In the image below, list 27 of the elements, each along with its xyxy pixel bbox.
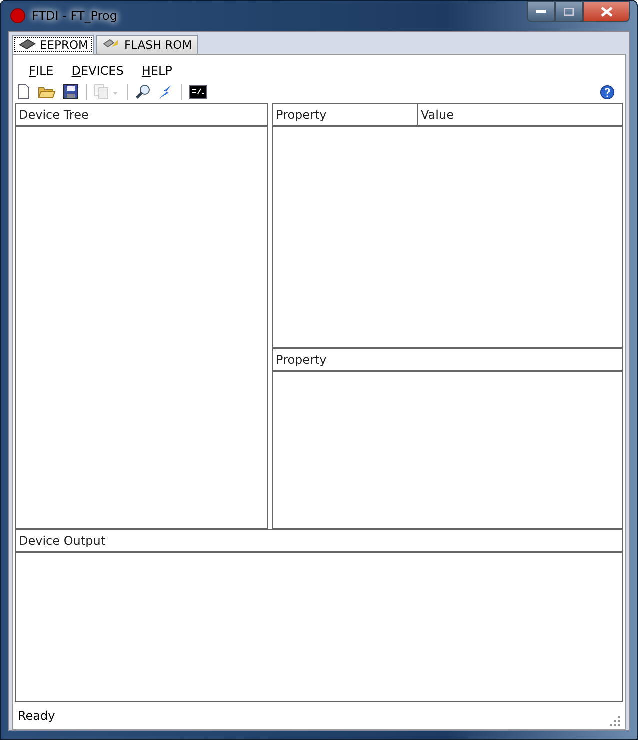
menu-item[interactable]: FILE — [29, 64, 54, 78]
panel-header: Property — [273, 349, 622, 372]
menu-item[interactable]: HELP — [142, 64, 172, 78]
tab[interactable]: FLASH ROM — [96, 35, 198, 54]
menu-item[interactable]: DEVICES — [72, 64, 124, 78]
console-icon[interactable] — [189, 85, 207, 99]
panel-header: Device Tree — [16, 104, 267, 127]
status-text: Ready — [18, 709, 56, 723]
resize-grip-icon[interactable] — [610, 716, 620, 726]
minimize-button[interactable] — [527, 1, 555, 22]
maximize-icon — [564, 8, 574, 16]
search-icon[interactable] — [135, 84, 151, 100]
maximize-button[interactable] — [555, 1, 583, 22]
window-title: FTDI - FT_Prog — [32, 9, 118, 23]
help-icon[interactable] — [600, 84, 615, 100]
tab[interactable]: EEPROM — [12, 35, 94, 54]
close-icon — [600, 6, 612, 16]
minimize-icon — [536, 10, 546, 14]
new-file-icon[interactable] — [17, 84, 31, 100]
column-header: Property — [273, 104, 418, 125]
column-header: Value — [420, 106, 454, 124]
chip-icon — [18, 39, 36, 51]
save-icon[interactable] — [63, 84, 79, 100]
panel-header: Device Output — [16, 530, 622, 553]
lightning-icon[interactable] — [158, 84, 174, 100]
close-button[interactable] — [583, 1, 630, 22]
app-icon — [10, 8, 26, 24]
